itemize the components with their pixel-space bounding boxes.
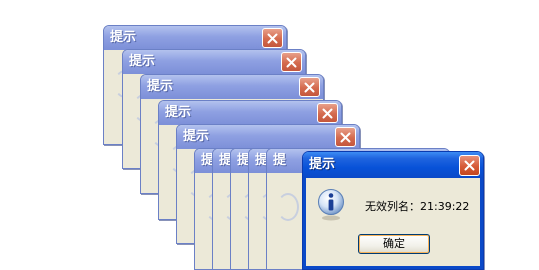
ok-button[interactable]: 确定 — [358, 234, 430, 254]
dialog-title: 提示 — [309, 157, 336, 172]
message-text: 无效列名：21:39:22 — [365, 200, 470, 213]
dialog-title-bar[interactable]: 提示 — [123, 50, 305, 74]
dialog-title-bar[interactable]: 提示 — [159, 101, 341, 125]
close-button[interactable] — [335, 127, 356, 147]
info-icon — [277, 193, 299, 221]
dialog-title: 提示 — [147, 79, 174, 94]
dialog-title: 提示 — [165, 105, 192, 120]
close-button[interactable] — [281, 52, 302, 72]
close-icon — [464, 160, 475, 171]
dialog-title-bar[interactable]: 提示 — [141, 75, 323, 99]
dialog-title-bar[interactable]: 提示 — [177, 125, 359, 149]
info-icon — [318, 189, 344, 221]
dialog-title: 提示 — [110, 30, 137, 45]
dialog-title-bar[interactable]: 提示 — [303, 152, 483, 178]
close-button[interactable] — [299, 77, 320, 97]
close-icon — [304, 82, 315, 92]
dialog-title: 提 — [273, 153, 287, 168]
close-icon — [286, 57, 297, 67]
close-icon — [322, 108, 333, 118]
dialog-title: 提示 — [183, 129, 210, 144]
dialog-title: 提示 — [129, 54, 156, 69]
close-button[interactable] — [317, 103, 338, 123]
desktop: 提示 提示 提示 提示 提示 提 提 提 提 提 提示 无效列名：21:39:2… — [0, 0, 539, 270]
close-button[interactable] — [262, 28, 283, 48]
close-icon — [340, 132, 351, 142]
dialog-title-bar[interactable]: 提示 — [104, 26, 286, 50]
close-icon — [267, 33, 278, 43]
close-button[interactable] — [459, 155, 480, 176]
alert-dialog[interactable]: 提示 无效列名：21:39:22 确定 — [302, 151, 484, 270]
